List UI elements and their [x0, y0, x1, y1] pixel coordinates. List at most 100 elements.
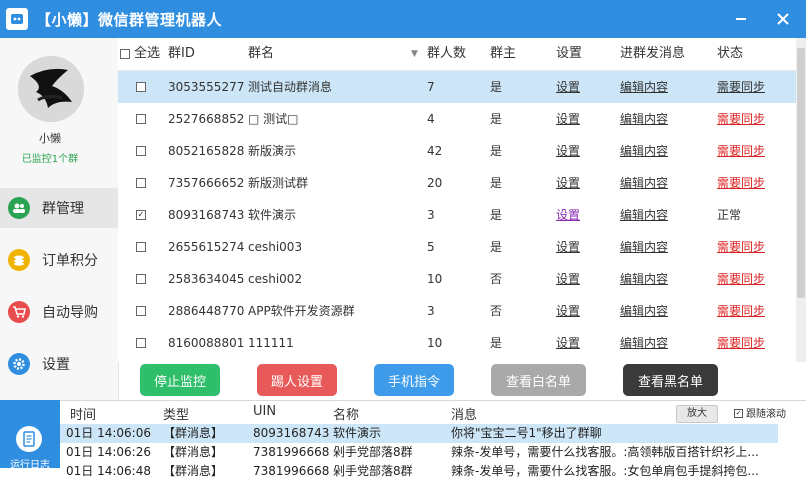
- log-row[interactable]: 01日 14:06:26 【群消息】 7381996668 剁手党部落8群 辣条…: [60, 443, 778, 462]
- header-status[interactable]: 状态: [717, 38, 743, 70]
- header-group-name[interactable]: 群名: [248, 38, 274, 70]
- follow-scroll-label: 跟随滚动: [746, 409, 786, 420]
- log-uin: 8093168743: [253, 426, 330, 440]
- group-name: □ 测试□: [248, 112, 299, 126]
- member-count: 42: [427, 144, 443, 158]
- table-row[interactable]: 2527668852 □ 测试□ 4 是 设置 编辑内容 需要同步: [118, 103, 796, 135]
- close-button[interactable]: [766, 0, 800, 38]
- table-header: 全选 群ID 群名 ▼ 群人数 群主 设置 进群发消息 状态: [118, 38, 796, 71]
- phone-command-button[interactable]: 手机指令: [374, 364, 454, 396]
- status-link[interactable]: 需要同步: [717, 71, 765, 103]
- avatar[interactable]: [18, 56, 84, 122]
- edit-content-link[interactable]: 编辑内容: [620, 103, 668, 135]
- status-link[interactable]: 需要同步: [717, 167, 765, 199]
- nav-label: 订单积分: [42, 253, 98, 269]
- log-row[interactable]: 01日 14:06:48 【群消息】 7381996668 剁手党部落8群 辣条…: [60, 462, 778, 481]
- edit-content-link[interactable]: 编辑内容: [620, 231, 668, 263]
- header-owner[interactable]: 群主: [490, 38, 516, 70]
- gear-icon: [8, 353, 30, 375]
- row-checkbox[interactable]: [136, 338, 146, 348]
- settings-link[interactable]: 设置: [556, 199, 580, 231]
- settings-link[interactable]: 设置: [556, 71, 580, 103]
- edit-content-link[interactable]: 编辑内容: [620, 263, 668, 295]
- group-id: 2583634045: [168, 272, 245, 286]
- edit-content-link[interactable]: 编辑内容: [620, 295, 668, 327]
- settings-link[interactable]: 设置: [556, 103, 580, 135]
- stop-monitor-button[interactable]: 停止监控: [140, 364, 220, 396]
- group-id: 2886448770: [168, 304, 245, 318]
- nav-item-settings[interactable]: 设置: [0, 344, 118, 384]
- follow-scroll-checkbox[interactable]: ✓: [734, 409, 743, 418]
- group-name: 测试自动群消息: [248, 80, 333, 94]
- row-checkbox[interactable]: [136, 274, 146, 284]
- kick-settings-button[interactable]: 踢人设置: [257, 364, 337, 396]
- table-row[interactable]: 2886448770 APP软件开发资源群 3 否 设置 编辑内容 需要同步: [118, 295, 796, 327]
- log-type: 【群消息】: [163, 426, 224, 440]
- header-settings[interactable]: 设置: [556, 38, 582, 70]
- status-link[interactable]: 需要同步: [717, 231, 765, 263]
- table-row[interactable]: 7357666652 新版测试群 20 是 设置 编辑内容 需要同步: [118, 167, 796, 199]
- group-name: ceshi003: [248, 240, 303, 254]
- log-tab[interactable]: 运行日志: [0, 400, 60, 471]
- log-tab-label: 运行日志: [10, 460, 50, 471]
- edit-content-link[interactable]: 编辑内容: [620, 135, 668, 167]
- edit-content-link[interactable]: 编辑内容: [620, 199, 668, 231]
- row-checkbox[interactable]: [136, 306, 146, 316]
- log-message: 辣条-发单号，需要什么找客服。:高领韩版百搭针织衫上...: [451, 445, 759, 459]
- minimize-button[interactable]: [724, 0, 758, 38]
- table-scrollbar[interactable]: [796, 38, 806, 362]
- zoom-button[interactable]: 放大: [676, 405, 718, 423]
- settings-link[interactable]: 设置: [556, 295, 580, 327]
- app-logo-icon: [6, 8, 28, 30]
- settings-link[interactable]: 设置: [556, 327, 580, 359]
- edit-content-link[interactable]: 编辑内容: [620, 327, 668, 359]
- settings-link[interactable]: 设置: [556, 231, 580, 263]
- log-row[interactable]: 01日 14:06:06 【群消息】 8093168743 软件演示 你将"宝宝…: [60, 424, 778, 443]
- title-bar: 【小懒】微信群管理机器人: [0, 0, 806, 38]
- nav-item-auto-shopping[interactable]: 自动导购: [0, 292, 118, 332]
- row-checkbox[interactable]: [136, 114, 146, 124]
- table-row[interactable]: 2655615274 ceshi003 5 是 设置 编辑内容 需要同步: [118, 231, 796, 263]
- header-select-all[interactable]: 全选: [134, 38, 160, 70]
- view-whitelist-button[interactable]: 查看白名单: [491, 364, 586, 396]
- table-row[interactable]: 3053555277 测试自动群消息 7 是 设置 编辑内容 需要同步: [118, 71, 796, 103]
- user-status: 已监控1个群: [21, 154, 79, 165]
- row-checkbox[interactable]: [136, 146, 146, 156]
- table-row[interactable]: 8160088801 111111 10 是 设置 编辑内容 需要同步: [118, 327, 796, 359]
- nav-label: 群管理: [42, 201, 84, 217]
- header-group-id[interactable]: 群ID: [168, 38, 195, 70]
- settings-link[interactable]: 设置: [556, 135, 580, 167]
- row-checkbox[interactable]: [136, 82, 146, 92]
- nav-item-group-manage[interactable]: 群管理: [0, 188, 118, 228]
- log-panel: 时间 类型 UIN 名称 消息 放大 ✓ 跟随滚动 01日 14:06:06 【…: [60, 400, 806, 478]
- group-id: 7357666652: [168, 176, 245, 190]
- nav-item-order-points[interactable]: 订单积分: [0, 240, 118, 280]
- coin-icon: [8, 249, 30, 271]
- select-all-checkbox[interactable]: [120, 49, 130, 59]
- view-blacklist-button[interactable]: 查看黑名单: [623, 364, 718, 396]
- table-row[interactable]: ✓ 8093168743 软件演示 3 是 设置 编辑内容 正常: [118, 199, 796, 231]
- table-row[interactable]: 2583634045 ceshi002 10 否 设置 编辑内容 需要同步: [118, 263, 796, 295]
- table-row[interactable]: 8052165828 新版演示 42 是 设置 编辑内容 需要同步: [118, 135, 796, 167]
- edit-content-link[interactable]: 编辑内容: [620, 71, 668, 103]
- sort-desc-icon[interactable]: ▼: [411, 38, 418, 70]
- row-checkbox[interactable]: [136, 178, 146, 188]
- row-checkbox-checked[interactable]: ✓: [136, 210, 146, 220]
- row-checkbox[interactable]: [136, 242, 146, 252]
- status-link[interactable]: 需要同步: [717, 263, 765, 295]
- is-owner: 是: [490, 144, 503, 158]
- settings-link[interactable]: 设置: [556, 263, 580, 295]
- header-join-message[interactable]: 进群发消息: [620, 38, 685, 70]
- group-name: 111111: [248, 336, 294, 350]
- member-count: 7: [427, 80, 435, 94]
- status-link[interactable]: 需要同步: [717, 295, 765, 327]
- avatar-image: [18, 56, 84, 122]
- log-name: 剁手党部落8群: [333, 464, 413, 478]
- status-link[interactable]: 需要同步: [717, 327, 765, 359]
- settings-link[interactable]: 设置: [556, 167, 580, 199]
- status-link[interactable]: 需要同步: [717, 135, 765, 167]
- status-link[interactable]: 需要同步: [717, 103, 765, 135]
- scrollbar-thumb[interactable]: [797, 48, 805, 298]
- edit-content-link[interactable]: 编辑内容: [620, 167, 668, 199]
- header-member-count[interactable]: 群人数: [427, 38, 466, 70]
